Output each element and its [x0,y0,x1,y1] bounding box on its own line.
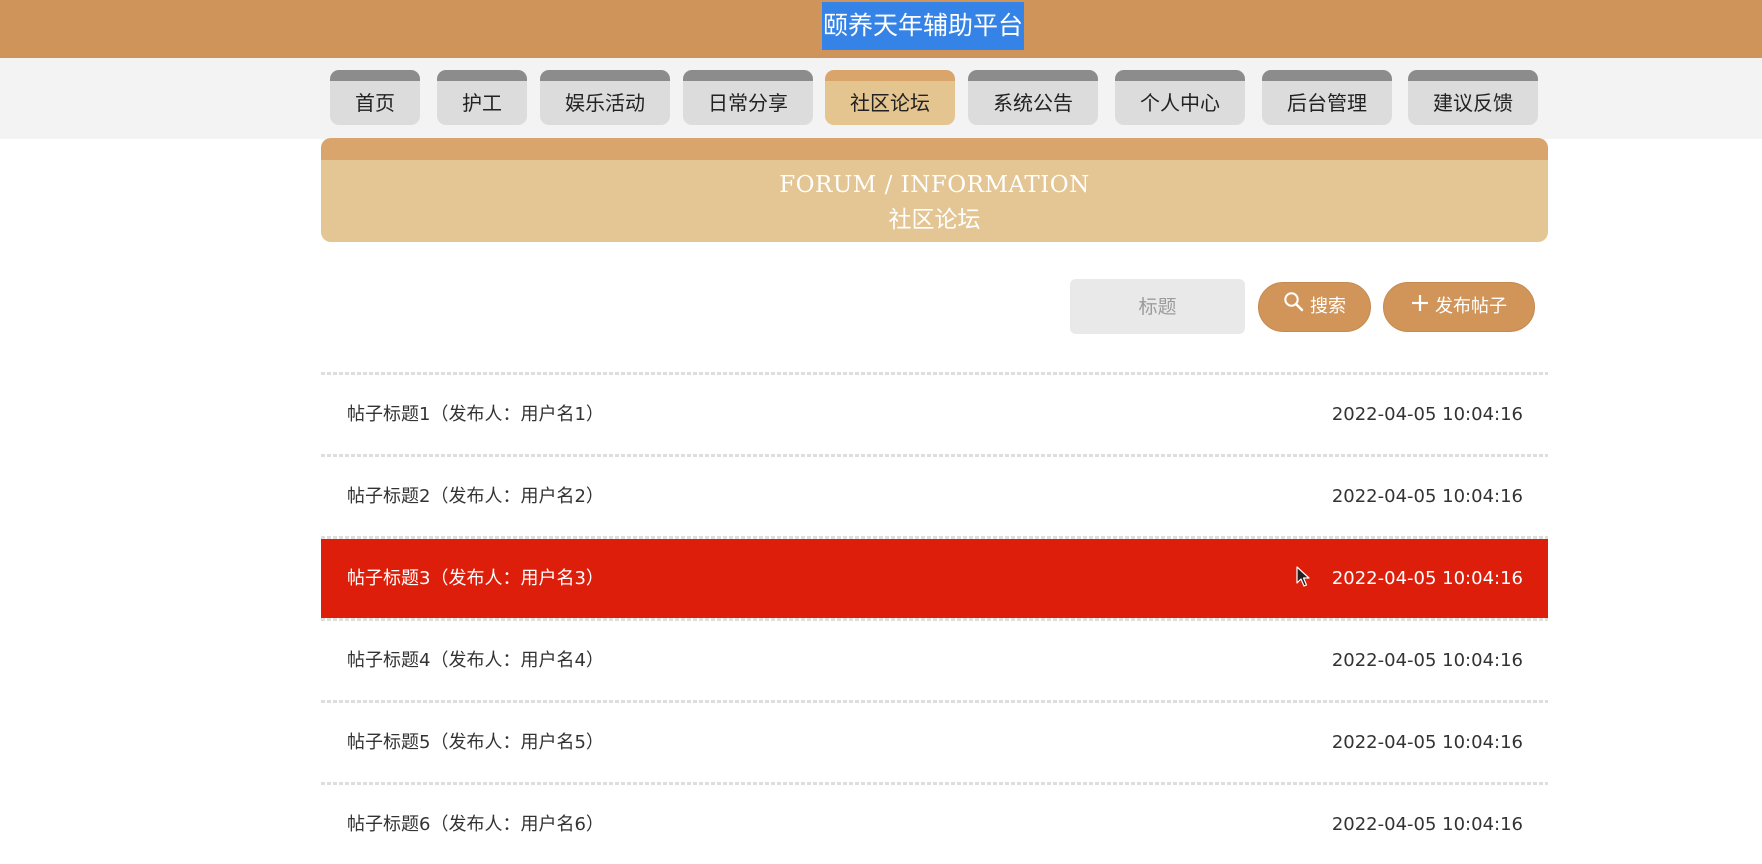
post-row[interactable]: 帖子标题6（发布人：用户名6） 2022-04-05 10:04:16 [321,785,1548,864]
nav-item-feedback[interactable]: 建议反馈 [1408,70,1538,125]
post-row[interactable]: 帖子标题2（发布人：用户名2） 2022-04-05 10:04:16 [321,457,1548,536]
post-title[interactable]: 帖子标题3（发布人：用户名3） [347,539,604,618]
post-time: 2022-04-05 10:04:16 [1331,814,1523,835]
forum-post-list: 帖子标题1（发布人：用户名1） 2022-04-05 10:04:16 帖子标题… [321,372,1548,864]
title-search-input[interactable] [1070,279,1245,334]
post-time: 2022-04-05 10:04:16 [1331,568,1523,589]
nav-item-home[interactable]: 首页 [330,70,420,125]
nav-item-entertainment[interactable]: 娱乐活动 [540,70,670,125]
post-title[interactable]: 帖子标题5（发布人：用户名5） [347,703,604,782]
post-time: 2022-04-05 10:04:16 [1331,650,1523,671]
post-row[interactable]: 帖子标题5（发布人：用户名5） 2022-04-05 10:04:16 [321,703,1548,782]
publish-post-button[interactable]: 发布帖子 [1383,282,1535,332]
banner-title-en: FORUM / INFORMATION [779,172,1090,198]
post-time: 2022-04-05 10:04:16 [1331,486,1523,507]
nav-item-daily-share[interactable]: 日常分享 [683,70,813,125]
post-title[interactable]: 帖子标题6（发布人：用户名6） [347,785,604,864]
nav-item-announcements[interactable]: 系统公告 [968,70,1098,125]
banner-title-cn: 社区论坛 [888,207,981,233]
post-time: 2022-04-05 10:04:16 [1331,404,1523,425]
publish-post-button-label: 发布帖子 [1435,296,1507,317]
nav-item-caregivers[interactable]: 护工 [437,70,527,125]
nav-item-forum[interactable]: 社区论坛 [825,70,955,125]
search-icon [1283,283,1304,331]
site-title: 颐养天年辅助平台 [822,2,1025,50]
post-row[interactable]: 帖子标题4（发布人：用户名4） 2022-04-05 10:04:16 [321,621,1548,700]
nav-item-admin[interactable]: 后台管理 [1262,70,1392,125]
post-title[interactable]: 帖子标题1（发布人：用户名1） [347,375,604,454]
mouse-pointer-icon [1296,566,1310,587]
nav-item-personal-center[interactable]: 个人中心 [1115,70,1245,125]
banner-accent-strip [321,138,1548,160]
search-button[interactable]: 搜索 [1258,282,1371,332]
post-time: 2022-04-05 10:04:16 [1331,732,1523,753]
search-button-label: 搜索 [1310,296,1346,317]
post-title[interactable]: 帖子标题2（发布人：用户名2） [347,457,604,536]
plus-icon [1411,283,1429,331]
post-title[interactable]: 帖子标题4（发布人：用户名4） [347,621,604,700]
post-row[interactable]: 帖子标题1（发布人：用户名1） 2022-04-05 10:04:16 [321,375,1548,454]
post-row-hovered[interactable]: 帖子标题3（发布人：用户名3） 2022-04-05 10:04:16 [321,539,1548,618]
section-banner: FORUM / INFORMATION 社区论坛 [321,138,1548,242]
